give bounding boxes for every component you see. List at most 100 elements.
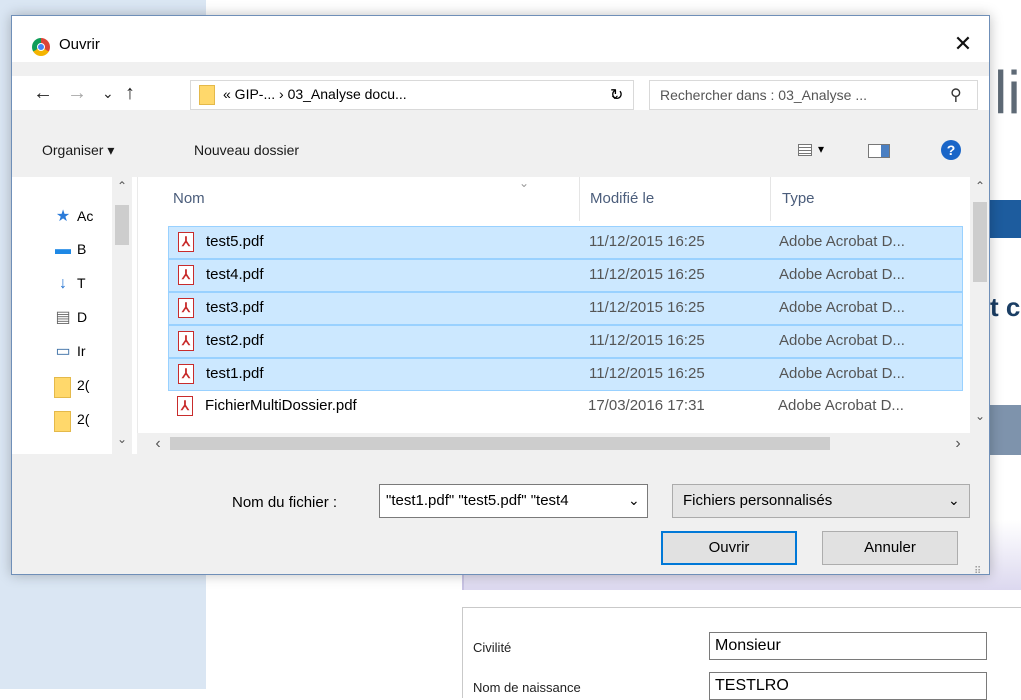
recent-locations-button[interactable]: ⌄ <box>102 76 114 110</box>
horizontal-scroll-thumb[interactable] <box>170 437 830 450</box>
help-icon[interactable]: ? <box>941 140 961 160</box>
file-name: test2.pdf <box>206 332 264 349</box>
view-options-icon[interactable] <box>798 144 812 156</box>
column-header-type[interactable]: Type <box>782 177 815 221</box>
file-type-filter-select[interactable]: Fichiers personnalisés ⌄ <box>672 484 970 518</box>
file-name: test3.pdf <box>206 299 264 316</box>
file-type: Adobe Acrobat D... <box>779 233 905 250</box>
address-path[interactable]: « GIP-... › 03_Analyse docu... <box>223 86 407 102</box>
view-dropdown-icon[interactable]: ▾ <box>818 142 824 156</box>
file-type: Adobe Acrobat D... <box>779 332 905 349</box>
nav-scrollbar[interactable]: ⌃ ⌄ <box>112 177 132 454</box>
file-type-filter-value: Fichiers personnalisés <box>683 492 833 509</box>
dialog-titlebar: Ouvrir ✕ <box>12 16 989 62</box>
file-row[interactable]: ⅄ test1.pdf 11/12/2015 16:25 Adobe Acrob… <box>168 358 963 391</box>
filename-dropdown-icon[interactable]: ⌄ <box>628 492 640 509</box>
search-input[interactable]: Rechercher dans : 03_Analyse ... ⚲ <box>649 80 978 110</box>
file-list-scroll-thumb[interactable] <box>973 202 987 282</box>
column-header-name[interactable]: Nom <box>173 177 205 221</box>
navigation-pane: ★ Ac ▬ B ↓ T ▤ D ▭ Ir 2( 2( ⌃ ⌄ <box>12 177 137 454</box>
file-row[interactable]: ⅄ FichierMultiDossier.pdf 17/03/2016 17:… <box>168 391 963 424</box>
scroll-down-icon[interactable]: ⌄ <box>112 432 132 446</box>
background-nav-bar <box>990 200 1021 238</box>
nav-scroll-thumb[interactable] <box>115 205 129 245</box>
nav-item-label: Ir <box>77 343 86 359</box>
horizontal-scrollbar[interactable]: ‹ › <box>148 433 970 455</box>
cancel-button[interactable]: Annuler <box>822 531 958 565</box>
file-row[interactable]: ⅄ test4.pdf 11/12/2015 16:25 Adobe Acrob… <box>168 259 963 292</box>
background-form: Civilité Monsieur Nom de naissance TESTL… <box>462 607 1021 700</box>
nav-item-label: D <box>77 309 88 325</box>
chrome-icon <box>32 38 50 56</box>
file-type: Adobe Acrobat D... <box>779 299 905 316</box>
nom-naissance-field[interactable]: TESTLRO <box>709 672 987 700</box>
star-icon: ★ <box>55 208 71 225</box>
file-list: Nom Modifié le Type ⌄ ⅄ test5.pdf 11/12/… <box>137 176 970 433</box>
pdf-icon: ⅄ <box>178 232 194 252</box>
chevron-down-icon[interactable]: ⌄ <box>948 492 960 509</box>
search-placeholder: Rechercher dans : 03_Analyse ... <box>660 87 868 103</box>
scroll-right-icon[interactable]: › <box>948 435 968 453</box>
file-row[interactable]: ⅄ test5.pdf 11/12/2015 16:25 Adobe Acrob… <box>168 226 963 259</box>
civilite-field[interactable]: Monsieur <box>709 632 987 660</box>
dialog-title: Ouvrir <box>59 36 100 53</box>
file-name: test4.pdf <box>206 266 264 283</box>
scroll-up-icon[interactable]: ⌃ <box>970 179 990 193</box>
file-date: 11/12/2015 16:25 <box>589 299 705 316</box>
folder-icon <box>199 85 215 105</box>
column-separator[interactable] <box>579 177 580 221</box>
pdf-icon: ⅄ <box>178 364 194 384</box>
filename-label: Nom du fichier : <box>232 494 338 511</box>
background-section-bar <box>990 405 1021 455</box>
resize-grip-icon[interactable]: ⠿ <box>974 566 981 577</box>
file-date: 11/12/2015 16:25 <box>589 233 705 250</box>
forward-button[interactable]: → <box>67 76 87 110</box>
nom-naissance-label: Nom de naissance <box>473 680 581 695</box>
file-list-scrollbar[interactable]: ⌃ ⌄ <box>970 177 989 433</box>
organize-menu[interactable]: Organiser ▾ <box>42 142 114 159</box>
file-type: Adobe Acrobat D... <box>779 266 905 283</box>
back-button[interactable]: ← <box>33 76 53 110</box>
refresh-icon[interactable]: ↻ <box>610 85 623 105</box>
up-folder-button[interactable]: ↑ <box>125 76 135 110</box>
filename-input[interactable]: "test1.pdf" "test5.pdf" "test4 ⌄ <box>379 484 648 518</box>
file-type: Adobe Acrobat D... <box>779 365 905 382</box>
file-name: FichierMultiDossier.pdf <box>205 397 357 414</box>
pdf-icon: ⅄ <box>178 265 194 285</box>
nav-item-label: B <box>77 241 87 257</box>
pdf-icon: ⅄ <box>178 331 194 351</box>
open-file-dialog: Ouvrir ✕ ← → ⌄ ↑ « GIP-... › 03_Analyse … <box>11 15 990 577</box>
folder-icon <box>54 411 71 432</box>
filename-value[interactable]: "test1.pdf" "test5.pdf" "test4 <box>386 492 622 509</box>
file-date: 11/12/2015 16:25 <box>589 266 705 283</box>
background-heading: li <box>994 59 1021 126</box>
address-bar[interactable]: « GIP-... › 03_Analyse docu... ⌄ <box>190 80 634 110</box>
preview-pane-icon[interactable] <box>868 144 890 158</box>
file-row[interactable]: ⅄ test3.pdf 11/12/2015 16:25 Adobe Acrob… <box>168 292 963 325</box>
scroll-left-icon[interactable]: ‹ <box>148 435 168 453</box>
nav-item-label: 2( <box>77 411 90 427</box>
background-subheading: t c <box>990 292 1021 322</box>
scroll-up-icon[interactable]: ⌃ <box>112 179 132 193</box>
download-icon: ↓ <box>59 275 67 292</box>
close-button[interactable]: ✕ <box>947 30 979 58</box>
scroll-down-icon[interactable]: ⌄ <box>970 409 990 423</box>
document-icon: ▤ <box>55 309 71 326</box>
column-separator[interactable] <box>770 177 771 221</box>
new-folder-button[interactable]: Nouveau dossier <box>194 142 299 158</box>
file-name: test1.pdf <box>206 365 264 382</box>
folder-icon <box>54 377 71 398</box>
file-row[interactable]: ⅄ test2.pdf 11/12/2015 16:25 Adobe Acrob… <box>168 325 963 358</box>
column-header-modified[interactable]: Modifié le <box>590 177 654 221</box>
nav-item-label: T <box>77 275 86 291</box>
file-date: 17/03/2016 17:31 <box>588 397 705 414</box>
civilite-label: Civilité <box>473 640 512 655</box>
search-icon[interactable]: ⚲ <box>950 85 962 105</box>
open-button[interactable]: Ouvrir <box>661 531 797 565</box>
file-date: 11/12/2015 16:25 <box>589 365 705 382</box>
file-type: Adobe Acrobat D... <box>778 397 904 414</box>
pdf-icon: ⅄ <box>178 298 194 318</box>
image-icon: ▭ <box>55 343 71 360</box>
nav-item-label: 2( <box>77 377 90 393</box>
desktop-icon: ▬ <box>55 241 71 258</box>
